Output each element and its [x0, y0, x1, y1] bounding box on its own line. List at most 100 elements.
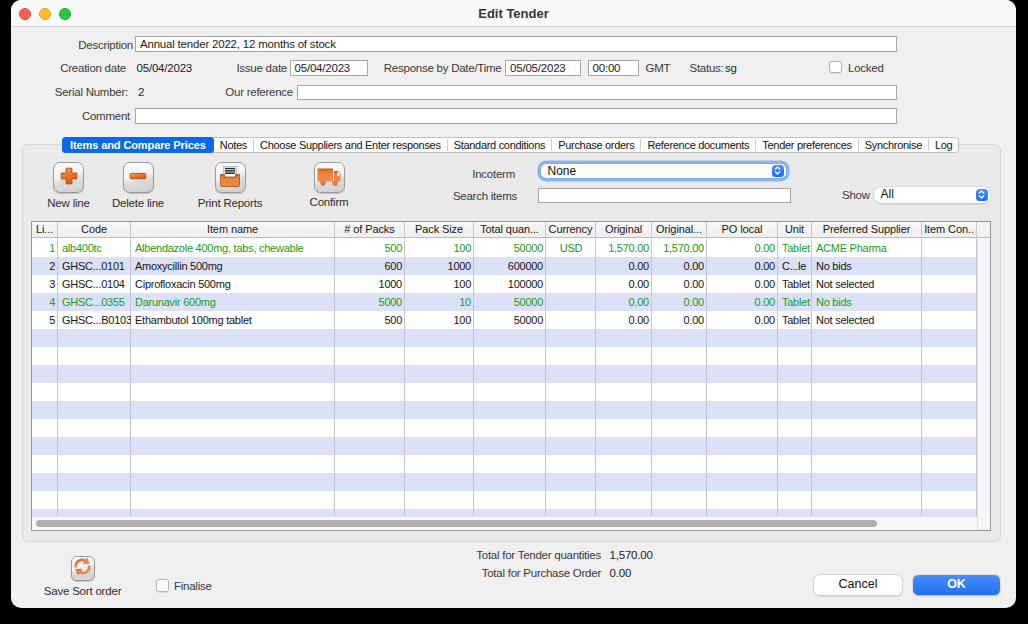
comment-input[interactable]	[135, 108, 897, 124]
cell: 0.00	[707, 257, 778, 275]
table-row-5[interactable]: 5GHSC...B0103Ethambutol 100mg tablet5001…	[32, 311, 977, 329]
column-header-po-local[interactable]: PO local	[707, 222, 778, 237]
tab-items-and-compare-prices[interactable]: Items and Compare Prices	[62, 137, 214, 153]
cell: Ethambutol 100mg tablet	[131, 311, 335, 329]
cell: 50000	[474, 293, 546, 311]
gmt-label: GMT	[646, 61, 671, 75]
cancel-button[interactable]: Cancel	[814, 575, 902, 595]
table-row-2[interactable]: 2GHSC...0101Amoxycillin 500mg60010006000…	[32, 257, 977, 275]
cell: 0.00	[707, 239, 778, 257]
column-header-li-[interactable]: Li...	[32, 222, 58, 237]
column-header-item-name[interactable]: Item name	[131, 222, 335, 237]
cell: 3	[32, 275, 58, 293]
total-po-label: Total for Purchase Order	[401, 566, 601, 580]
tab-synchronise[interactable]: Synchronise	[859, 138, 928, 152]
cell: 5000	[335, 293, 405, 311]
finalise-checkbox[interactable]	[156, 579, 169, 592]
cell: 600000	[474, 257, 546, 275]
tab-standard-conditions[interactable]: Standard conditions	[448, 138, 552, 152]
cell	[922, 311, 977, 329]
column-header-original[interactable]: Original	[596, 222, 652, 237]
horizontal-scrollbar[interactable]	[32, 517, 977, 530]
total-tender-label: Total for Tender quantities	[401, 548, 601, 562]
search-items-input[interactable]	[538, 188, 791, 203]
cell: USD	[546, 239, 596, 257]
refresh-icon	[72, 556, 93, 581]
cell: Not selected	[812, 311, 922, 329]
cell	[546, 275, 596, 293]
tab-purchase-orders[interactable]: Purchase orders	[552, 138, 640, 152]
cell: No bids	[812, 257, 922, 275]
cell: 0.00	[707, 275, 778, 293]
cell: GHSC...0355	[58, 293, 131, 311]
cell: 0.00	[596, 311, 652, 329]
delete-line-label: Delete line	[93, 197, 183, 210]
cell: Ciprofloxacin 500mg	[131, 275, 335, 293]
column-header--of-packs[interactable]: # of Packs	[335, 222, 405, 237]
cell: Tablet	[778, 311, 812, 329]
tab-notes[interactable]: Notes	[214, 138, 253, 152]
items-table: Li...CodeItem name# of PacksPack SizeTot…	[31, 221, 991, 531]
window-title: Edit Tender	[11, 0, 1016, 26]
cell: Not selected	[812, 275, 922, 293]
cell: 1000	[405, 257, 474, 275]
table-row-3[interactable]: 3GHSC...0104Ciprofloxacin 500mg100010010…	[32, 275, 977, 293]
save-sort-order-label: Save Sort order	[38, 585, 128, 598]
column-header-currency[interactable]: Currency	[546, 222, 596, 237]
cell	[922, 257, 977, 275]
column-header-original-[interactable]: Original...	[652, 222, 707, 237]
column-header-unit[interactable]: Unit	[778, 222, 812, 237]
table-row-1[interactable]: 1alb400tcAlbendazole 400mg, tabs, chewab…	[32, 239, 977, 257]
ok-button[interactable]: OK	[913, 575, 1000, 595]
cell: 1,570.00	[652, 239, 707, 257]
tab-reference-documents[interactable]: Reference documents	[641, 138, 755, 152]
column-header-code[interactable]: Code	[58, 222, 131, 237]
cell: 50000	[474, 311, 546, 329]
truck-icon	[316, 165, 342, 191]
tab-log[interactable]: Log	[929, 138, 958, 152]
incoterm-dropdown[interactable]: None	[541, 164, 786, 179]
chevron-up-down-icon	[772, 165, 784, 177]
status-label: Status:	[690, 61, 724, 75]
cell: 1,570.00	[596, 239, 652, 257]
column-header-item-con-[interactable]: Item Con..	[922, 222, 977, 237]
save-sort-order-button[interactable]	[71, 556, 96, 581]
cell: Darunavir 600mg	[131, 293, 335, 311]
cell: 10	[405, 293, 474, 311]
response-date-input[interactable]: 05/05/2023	[505, 60, 581, 77]
cell: 1000	[335, 275, 405, 293]
cell: No bids	[812, 293, 922, 311]
show-dropdown[interactable]: All	[874, 187, 990, 202]
our-reference-input[interactable]	[297, 85, 897, 101]
new-line-button[interactable]	[53, 162, 84, 193]
horizontal-scrollbar-thumb[interactable]	[36, 520, 877, 527]
tab-choose-suppliers-and-enter-responses[interactable]: Choose Suppliers and Enter responses	[254, 138, 447, 152]
locked-label: Locked	[848, 61, 884, 75]
cell	[546, 293, 596, 311]
status-value: sg	[725, 61, 737, 75]
locked-checkbox[interactable]	[829, 61, 842, 74]
cell: 4	[32, 293, 58, 311]
cell: GHSC...0101	[58, 257, 131, 275]
table-row-4[interactable]: 4GHSC...0355Darunavir 600mg50001050000 0.…	[32, 293, 977, 311]
delete-line-button[interactable]	[123, 162, 154, 193]
column-header-preferred-supplier[interactable]: Preferred Supplier	[812, 222, 922, 237]
cell: 100	[405, 239, 474, 257]
column-header-pack-size[interactable]: Pack Size	[405, 222, 474, 237]
printer-icon	[218, 165, 242, 191]
column-header-spacer	[977, 222, 990, 237]
cell: GHSC...B0103	[58, 311, 131, 329]
print-reports-button[interactable]	[215, 162, 246, 193]
plus-icon	[59, 166, 79, 190]
serial-number-label: Serial Number:	[11, 85, 128, 99]
cell: alb400tc	[58, 239, 131, 257]
column-header-total-quan-[interactable]: Total quan...	[474, 222, 546, 237]
cell: 0.00	[596, 293, 652, 311]
cell: Tablet	[778, 293, 812, 311]
description-input[interactable]: Annual tender 2022, 12 months of stock	[135, 36, 897, 52]
vertical-scrollbar[interactable]	[977, 239, 990, 530]
confirm-button[interactable]	[314, 162, 345, 193]
response-time-input[interactable]: 00:00	[588, 60, 640, 77]
total-tender-value: 1,570.00	[610, 548, 653, 562]
tab-tender-preferences[interactable]: Tender preferences	[756, 138, 857, 152]
